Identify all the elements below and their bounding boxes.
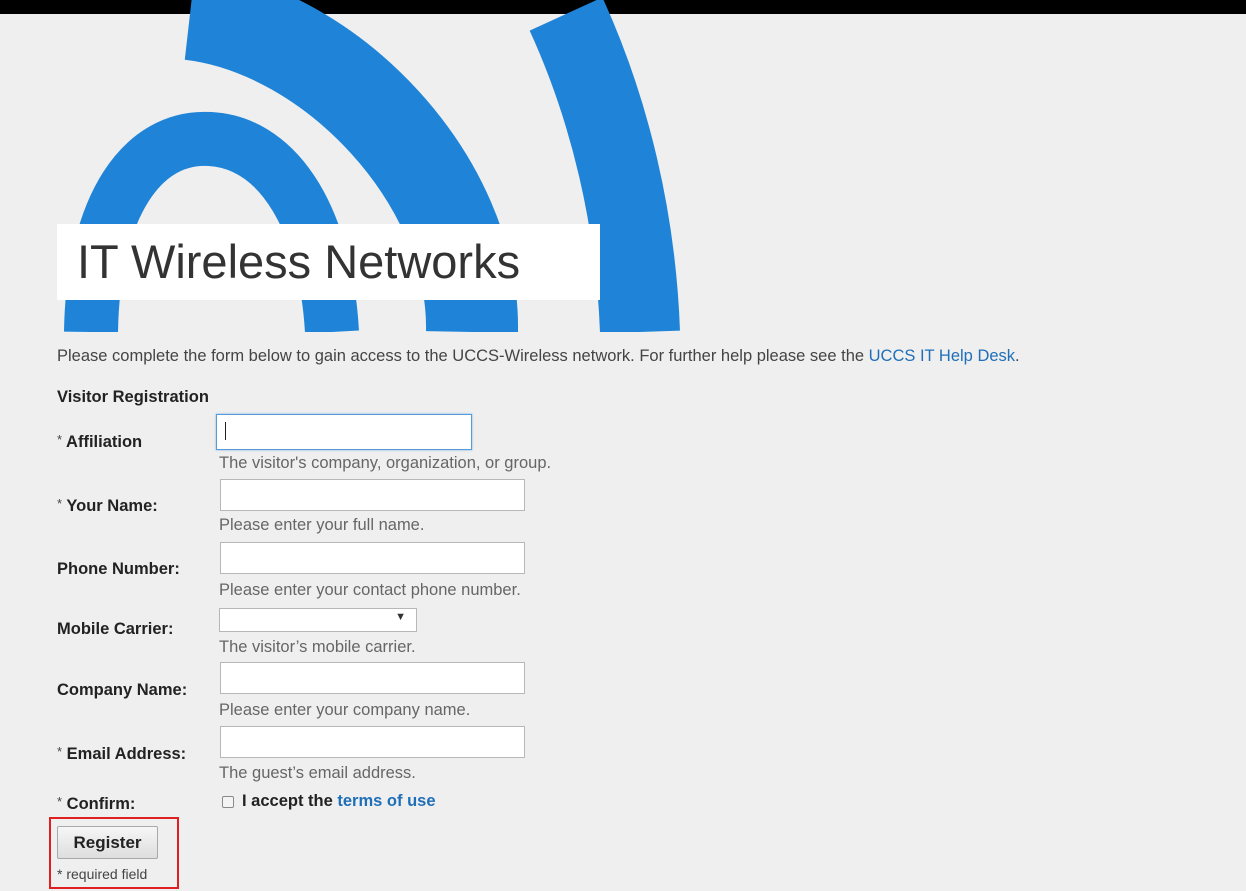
required-asterisk: * (57, 794, 63, 809)
email-address-label: * Email Address: (57, 744, 186, 764)
register-button[interactable]: Register (57, 826, 158, 859)
affiliation-hint: The visitor's company, organization, or … (219, 454, 552, 472)
affiliation-label-text: Affiliation (66, 433, 143, 451)
company-name-hint: Please enter your company name. (219, 701, 471, 719)
your-name-input[interactable] (220, 479, 525, 511)
required-note-text: required field (66, 866, 148, 882)
email-address-hint: The guest’s email address. (219, 764, 416, 782)
mobile-carrier-label: Mobile Carrier: (57, 620, 174, 638)
your-name-hint: Please enter your full name. (219, 516, 425, 534)
required-asterisk: * (57, 744, 63, 759)
intro-message: Please complete the form below to gain a… (57, 347, 869, 365)
email-address-label-text: Email Address: (66, 745, 187, 763)
mobile-carrier-select[interactable]: ▼ (219, 608, 417, 632)
confirm-label-text: Confirm: (66, 795, 136, 813)
required-asterisk: * (57, 496, 63, 511)
email-address-row: * Email Address: The guest’s email addre… (57, 726, 757, 786)
your-name-label: * Your Name: (57, 496, 158, 516)
required-asterisk: * (57, 432, 63, 447)
company-name-input[interactable] (220, 662, 525, 694)
affiliation-row: * Affiliation The visitor's company, org… (57, 414, 757, 474)
company-name-row: Company Name: Please enter your company … (57, 662, 757, 722)
phone-number-label: Phone Number: (57, 560, 180, 578)
phone-number-hint: Please enter your contact phone number. (219, 581, 521, 599)
confirm-label: * Confirm: (57, 794, 135, 814)
page-title: IT Wireless Networks (57, 224, 600, 300)
accept-text: I accept the (242, 792, 333, 810)
your-name-row: * Your Name: Please enter your full name… (57, 479, 757, 539)
required-field-note: * required field (57, 866, 147, 882)
intro-text: Please complete the form below to gain a… (57, 347, 1246, 366)
mobile-carrier-hint: The visitor’s mobile carrier. (219, 638, 416, 656)
intro-trailing: . (1015, 347, 1020, 365)
email-address-input[interactable] (220, 726, 525, 758)
terms-of-use-link[interactable]: terms of use (337, 792, 435, 810)
required-asterisk: * (57, 866, 63, 882)
help-desk-link[interactable]: UCCS IT Help Desk (869, 347, 1015, 365)
accept-terms-text: I accept the terms of use (242, 792, 436, 811)
text-cursor (225, 422, 226, 440)
affiliation-input[interactable] (216, 414, 472, 450)
section-title: Visitor Registration (57, 388, 209, 406)
phone-number-row: Phone Number: Please enter your contact … (57, 542, 757, 602)
phone-number-input[interactable] (220, 542, 525, 574)
dropdown-arrow-icon: ▼ (395, 611, 406, 623)
affiliation-label: * Affiliation (57, 432, 142, 452)
company-name-label: Company Name: (57, 681, 188, 699)
your-name-label-text: Your Name: (66, 497, 158, 515)
terms-checkbox[interactable] (222, 796, 234, 808)
mobile-carrier-row: Mobile Carrier: ▼ The visitor’s mobile c… (57, 608, 757, 668)
confirm-row: * Confirm: I accept the terms of use (57, 792, 757, 818)
